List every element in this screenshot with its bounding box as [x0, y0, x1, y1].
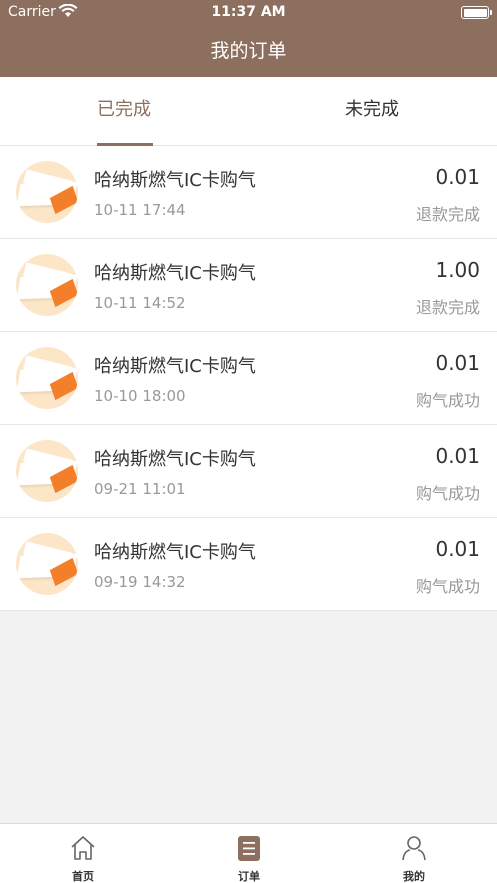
tab-incomplete[interactable]: 未完成: [248, 77, 496, 146]
order-status: 退款完成: [415, 205, 480, 224]
order-datetime: 09-21 11:01: [94, 480, 186, 498]
order-datetime: 10-11 17:44: [94, 201, 186, 219]
order-amount: 0.01: [435, 165, 480, 189]
order-status: 购气成功: [415, 391, 480, 410]
order-title: 哈纳斯燃气IC卡购气: [94, 263, 256, 284]
order-row[interactable]: 哈纳斯燃气IC卡购气 09-19 14:32 0.01 购气成功: [0, 518, 497, 611]
tabbar-label-profile: 我的: [403, 870, 425, 883]
gas-card-icon: [16, 533, 78, 595]
tabbar-item-profile[interactable]: 我的: [331, 824, 497, 883]
order-list: 哈纳斯燃气IC卡购气 10-11 17:44 0.01 退款完成 哈纳斯燃气IC…: [0, 146, 497, 611]
gas-card-icon: [16, 254, 78, 316]
gas-card-icon: [16, 161, 78, 223]
status-bar: Carrier 11:37 AM: [0, 0, 497, 26]
order-row[interactable]: 哈纳斯燃气IC卡购气 09-21 11:01 0.01 购气成功: [0, 425, 497, 518]
tab-completed[interactable]: 已完成: [0, 77, 248, 146]
order-amount: 0.01: [435, 444, 480, 468]
battery-icon: [461, 6, 492, 19]
order-datetime: 10-11 14:52: [94, 294, 186, 312]
order-tabs: 已完成 未完成: [0, 77, 497, 146]
tabbar-label-orders: 订单: [238, 870, 260, 883]
orders-icon: [238, 836, 260, 861]
page-title: 我的订单: [210, 40, 287, 62]
gas-card-icon: [16, 347, 78, 409]
app-header: Carrier 11:37 AM 我的订单: [0, 0, 497, 77]
tabbar-label-home: 首页: [72, 870, 94, 883]
tabbar-item-home[interactable]: 首页: [0, 824, 166, 883]
clock: 11:37 AM: [211, 4, 286, 20]
order-status: 购气成功: [415, 484, 480, 503]
order-status: 购气成功: [415, 577, 480, 596]
order-amount: 0.01: [435, 351, 480, 375]
gas-card-icon: [16, 440, 78, 502]
order-row[interactable]: 哈纳斯燃气IC卡购气 10-10 18:00 0.01 购气成功: [0, 332, 497, 425]
tabbar-item-orders[interactable]: 订单: [166, 824, 332, 883]
order-amount: 1.00: [435, 258, 480, 282]
order-title: 哈纳斯燃气IC卡购气: [94, 170, 256, 191]
order-amount: 0.01: [435, 537, 480, 561]
order-row[interactable]: 哈纳斯燃气IC卡购气 10-11 14:52 1.00 退款完成: [0, 239, 497, 332]
order-title: 哈纳斯燃气IC卡购气: [94, 356, 256, 377]
order-title: 哈纳斯燃气IC卡购气: [94, 542, 256, 563]
order-row[interactable]: 哈纳斯燃气IC卡购气 10-11 17:44 0.01 退款完成: [0, 146, 497, 239]
home-icon: [71, 836, 95, 860]
profile-icon: [402, 836, 426, 861]
order-title: 哈纳斯燃气IC卡购气: [94, 449, 256, 470]
order-datetime: 09-19 14:32: [94, 573, 186, 591]
order-datetime: 10-10 18:00: [94, 387, 186, 405]
bottom-tab-bar: 首页 订单 我的: [0, 823, 497, 883]
order-status: 退款完成: [415, 298, 480, 317]
